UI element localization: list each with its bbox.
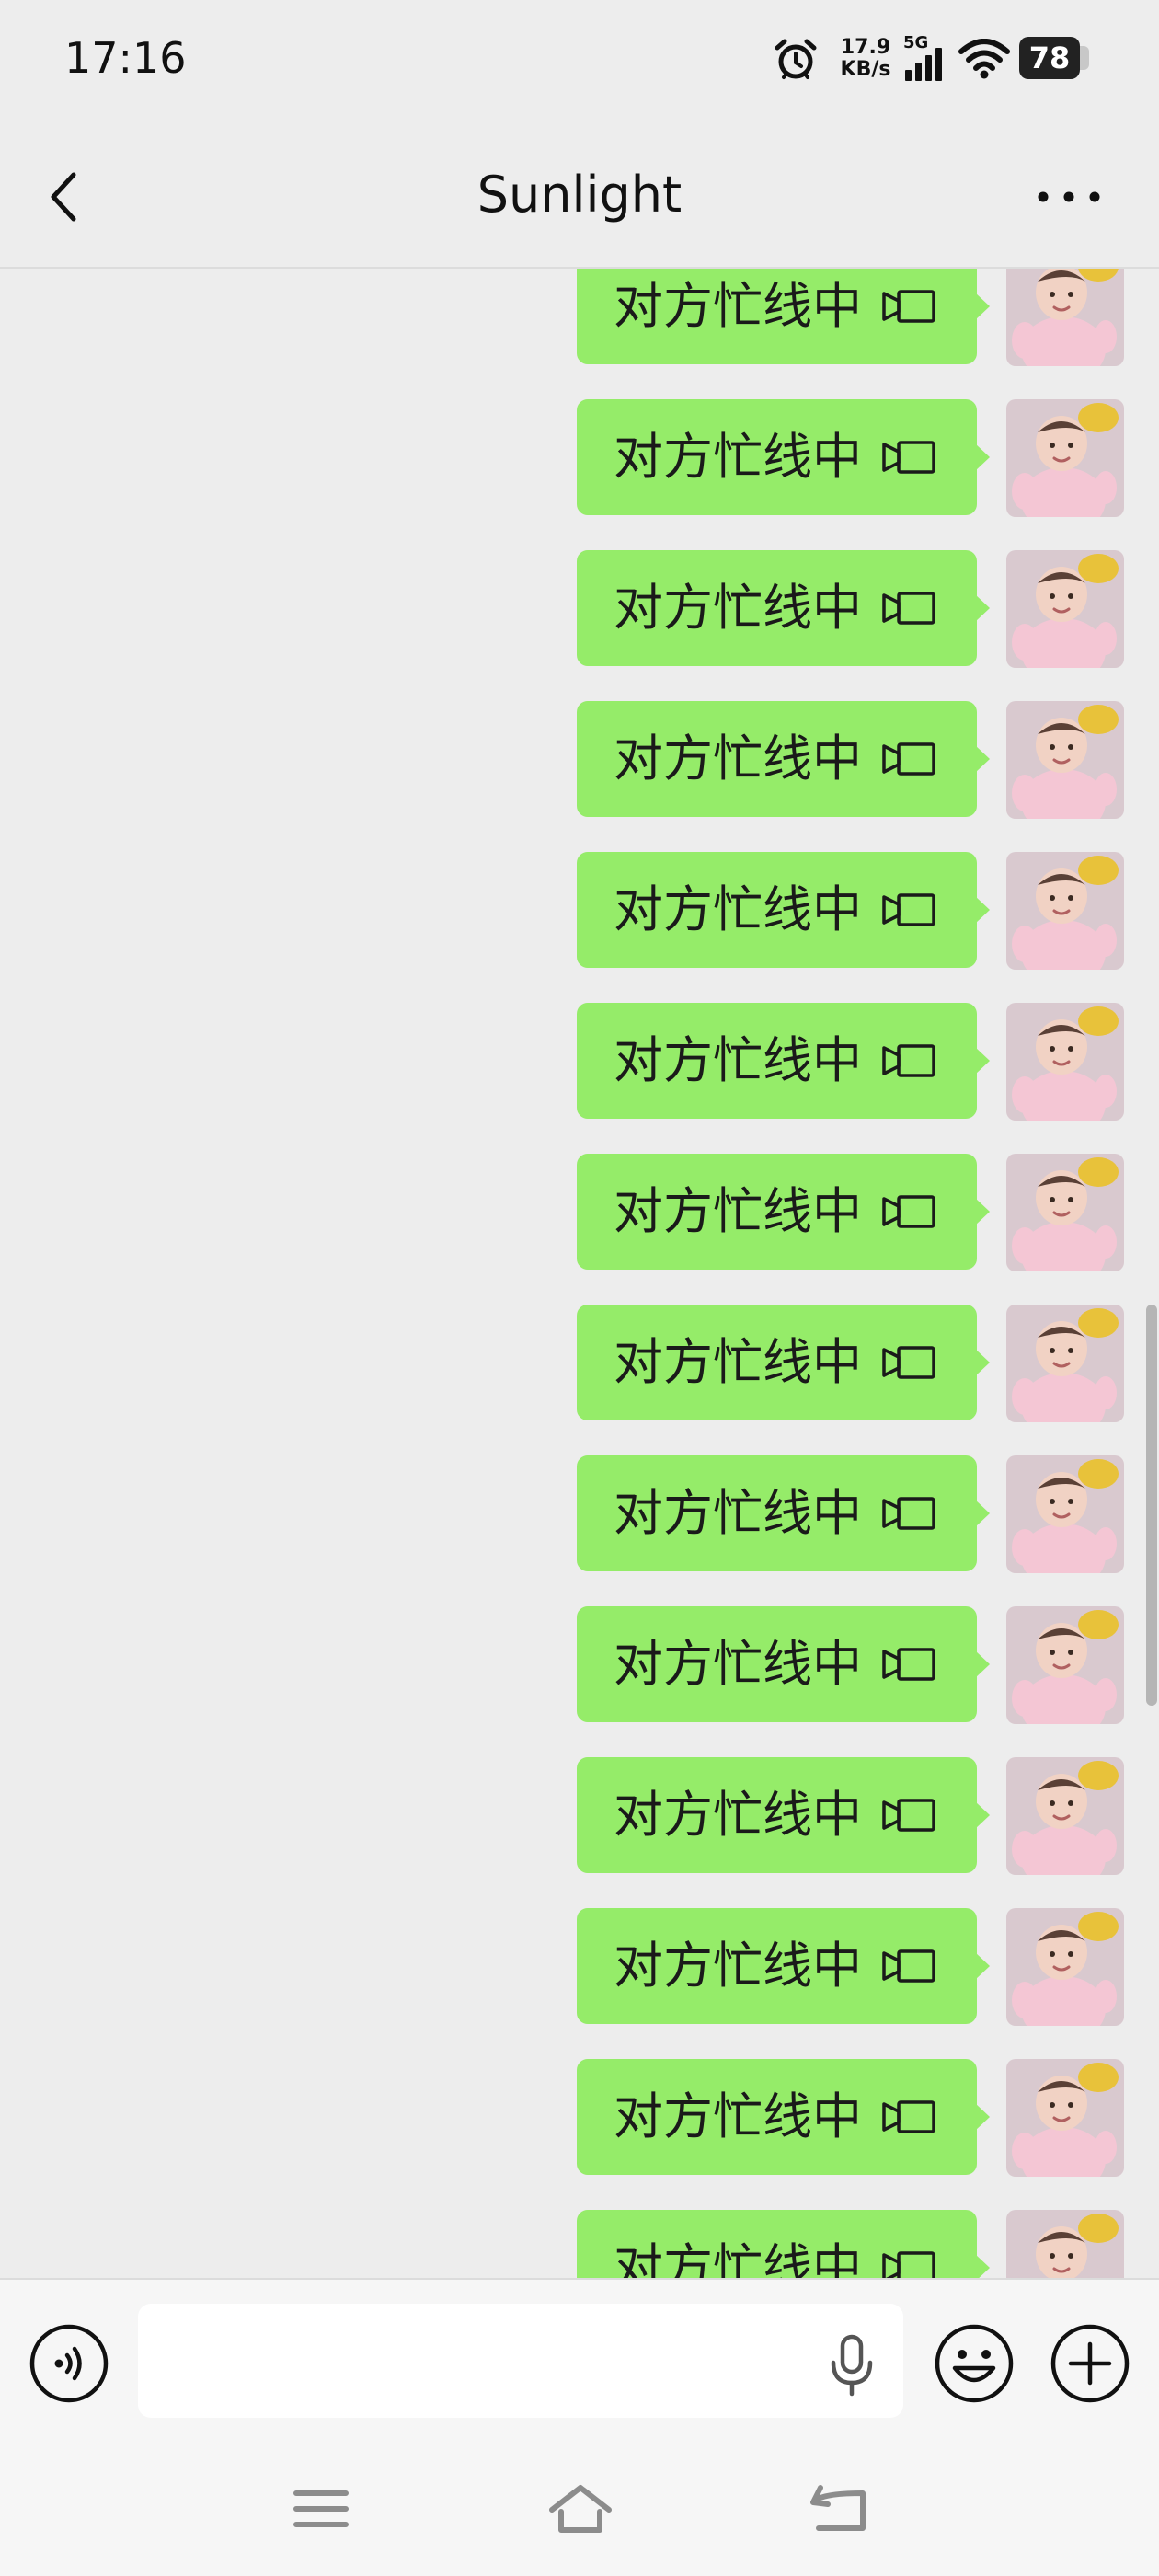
message-bubble[interactable]: 对方忙线中 <box>577 2210 990 2278</box>
avatar[interactable] <box>1006 1455 1124 1573</box>
message-text: 对方忙线中 <box>614 880 862 938</box>
message-bubble[interactable]: 对方忙线中 <box>577 550 990 666</box>
message-text: 对方忙线中 <box>614 1484 862 1542</box>
message-row: 对方忙线中 <box>0 550 1159 668</box>
status-bar: 17:16 17.9 KB/s 5G 78 <box>0 0 1159 125</box>
scrollbar[interactable] <box>1146 1305 1157 1706</box>
avatar[interactable] <box>1006 1606 1124 1724</box>
message-text: 对方忙线中 <box>614 1937 862 1995</box>
avatar[interactable] <box>1006 1305 1124 1422</box>
message-input[interactable] <box>138 2304 903 2418</box>
video-call-icon <box>882 1497 935 1530</box>
message-bubble[interactable]: 对方忙线中 <box>577 701 990 817</box>
message-text: 对方忙线中 <box>614 1635 862 1693</box>
video-call-icon <box>882 592 935 625</box>
message-row: 对方忙线中 <box>0 701 1159 819</box>
message-row: 对方忙线中 <box>0 1003 1159 1121</box>
message-text: 对方忙线中 <box>614 2238 862 2278</box>
video-call-icon <box>882 441 935 474</box>
message-row: 对方忙线中 <box>0 1154 1159 1271</box>
wifi-icon <box>958 39 1010 79</box>
message-text: 对方忙线中 <box>614 428 862 486</box>
more-dots-icon[interactable] <box>1034 180 1104 213</box>
message-bubble[interactable]: 对方忙线中 <box>577 1003 990 1119</box>
avatar[interactable] <box>1006 399 1124 517</box>
message-bubble[interactable]: 对方忙线中 <box>577 852 990 968</box>
avatar[interactable] <box>1006 1757 1124 1875</box>
message-bubble[interactable]: 对方忙线中 <box>577 1305 990 1420</box>
chat-title: Sunlight <box>476 166 683 224</box>
video-call-icon <box>882 2100 935 2133</box>
message-bubble[interactable]: 对方忙线中 <box>577 1154 990 1270</box>
voice-icon[interactable] <box>28 2322 110 2405</box>
home-icon[interactable] <box>548 2477 613 2541</box>
avatar[interactable] <box>1006 269 1124 366</box>
battery-level: 78 <box>1019 37 1080 79</box>
message-row: 对方忙线中 <box>0 1606 1159 1724</box>
avatar[interactable] <box>1006 1908 1124 2026</box>
message-row: 对方忙线中 <box>0 399 1159 517</box>
avatar[interactable] <box>1006 550 1124 668</box>
avatar[interactable] <box>1006 701 1124 819</box>
message-text: 对方忙线中 <box>614 2087 862 2145</box>
video-call-icon <box>882 1648 935 1681</box>
message-row: 对方忙线中 <box>0 1757 1159 1875</box>
chat-header: Sunlight <box>0 125 1159 269</box>
speed-value: 17.9 <box>840 36 891 59</box>
plus-icon[interactable] <box>1049 2322 1131 2405</box>
message-bubble[interactable]: 对方忙线中 <box>577 2059 990 2175</box>
video-call-icon <box>882 1044 935 1077</box>
alarm-icon <box>775 39 817 79</box>
message-bubble[interactable]: 对方忙线中 <box>577 1908 990 2024</box>
network-speed: 17.9 KB/s <box>833 37 898 81</box>
video-call-icon <box>882 1195 935 1228</box>
avatar[interactable] <box>1006 1003 1124 1121</box>
input-bar <box>0 2278 1159 2449</box>
video-call-icon <box>882 1346 935 1379</box>
video-call-icon <box>882 893 935 926</box>
speed-unit: KB/s <box>840 58 891 81</box>
battery-tip <box>1080 46 1089 70</box>
message-bubble[interactable]: 对方忙线中 <box>577 1757 990 1873</box>
video-call-icon <box>882 1799 935 1832</box>
message-text: 对方忙线中 <box>614 1333 862 1391</box>
video-call-icon <box>882 2251 935 2278</box>
status-indicators: 17.9 KB/s 5G 78 <box>773 33 1095 86</box>
message-row: 对方忙线中 <box>0 1908 1159 2026</box>
message-text: 对方忙线中 <box>614 1786 862 1844</box>
message-text: 对方忙线中 <box>614 1031 862 1089</box>
avatar[interactable] <box>1006 2059 1124 2177</box>
message-row: 对方忙线中 <box>0 269 1159 366</box>
avatar[interactable] <box>1006 1154 1124 1271</box>
message-row: 对方忙线中 <box>0 852 1159 970</box>
status-time: 17:16 <box>64 33 187 83</box>
message-row: 对方忙线中 <box>0 1455 1159 1573</box>
video-call-icon <box>882 1949 935 1983</box>
avatar[interactable] <box>1006 2210 1124 2278</box>
mic-icon[interactable] <box>824 2331 879 2399</box>
menu-icon[interactable] <box>289 2477 353 2541</box>
message-bubble[interactable]: 对方忙线中 <box>577 269 990 364</box>
avatar[interactable] <box>1006 852 1124 970</box>
message-bubble[interactable]: 对方忙线中 <box>577 1455 990 1571</box>
message-bubble[interactable]: 对方忙线中 <box>577 1606 990 1722</box>
message-text: 对方忙线中 <box>614 579 862 637</box>
message-row: 对方忙线中 <box>0 1305 1159 1422</box>
message-text: 对方忙线中 <box>614 1182 862 1240</box>
back-icon[interactable] <box>806 2477 870 2541</box>
battery-icon: 78 <box>1019 37 1089 79</box>
message-text: 对方忙线中 <box>614 730 862 788</box>
message-list[interactable]: 对方忙线中 对方忙线中 对方忙线中 对方忙线中 对方忙线中 对方忙线中 对方忙线中 对方忙线中… <box>0 269 1159 2278</box>
emoji-icon[interactable] <box>933 2322 1016 2405</box>
message-row: 对方忙线中 <box>0 2210 1159 2278</box>
message-text: 对方忙线中 <box>614 277 862 335</box>
video-call-icon <box>882 290 935 323</box>
message-row: 对方忙线中 <box>0 2059 1159 2177</box>
system-nav-bar <box>0 2449 1159 2576</box>
message-bubble[interactable]: 对方忙线中 <box>577 399 990 515</box>
signal-icon <box>905 48 942 81</box>
video-call-icon <box>882 742 935 776</box>
